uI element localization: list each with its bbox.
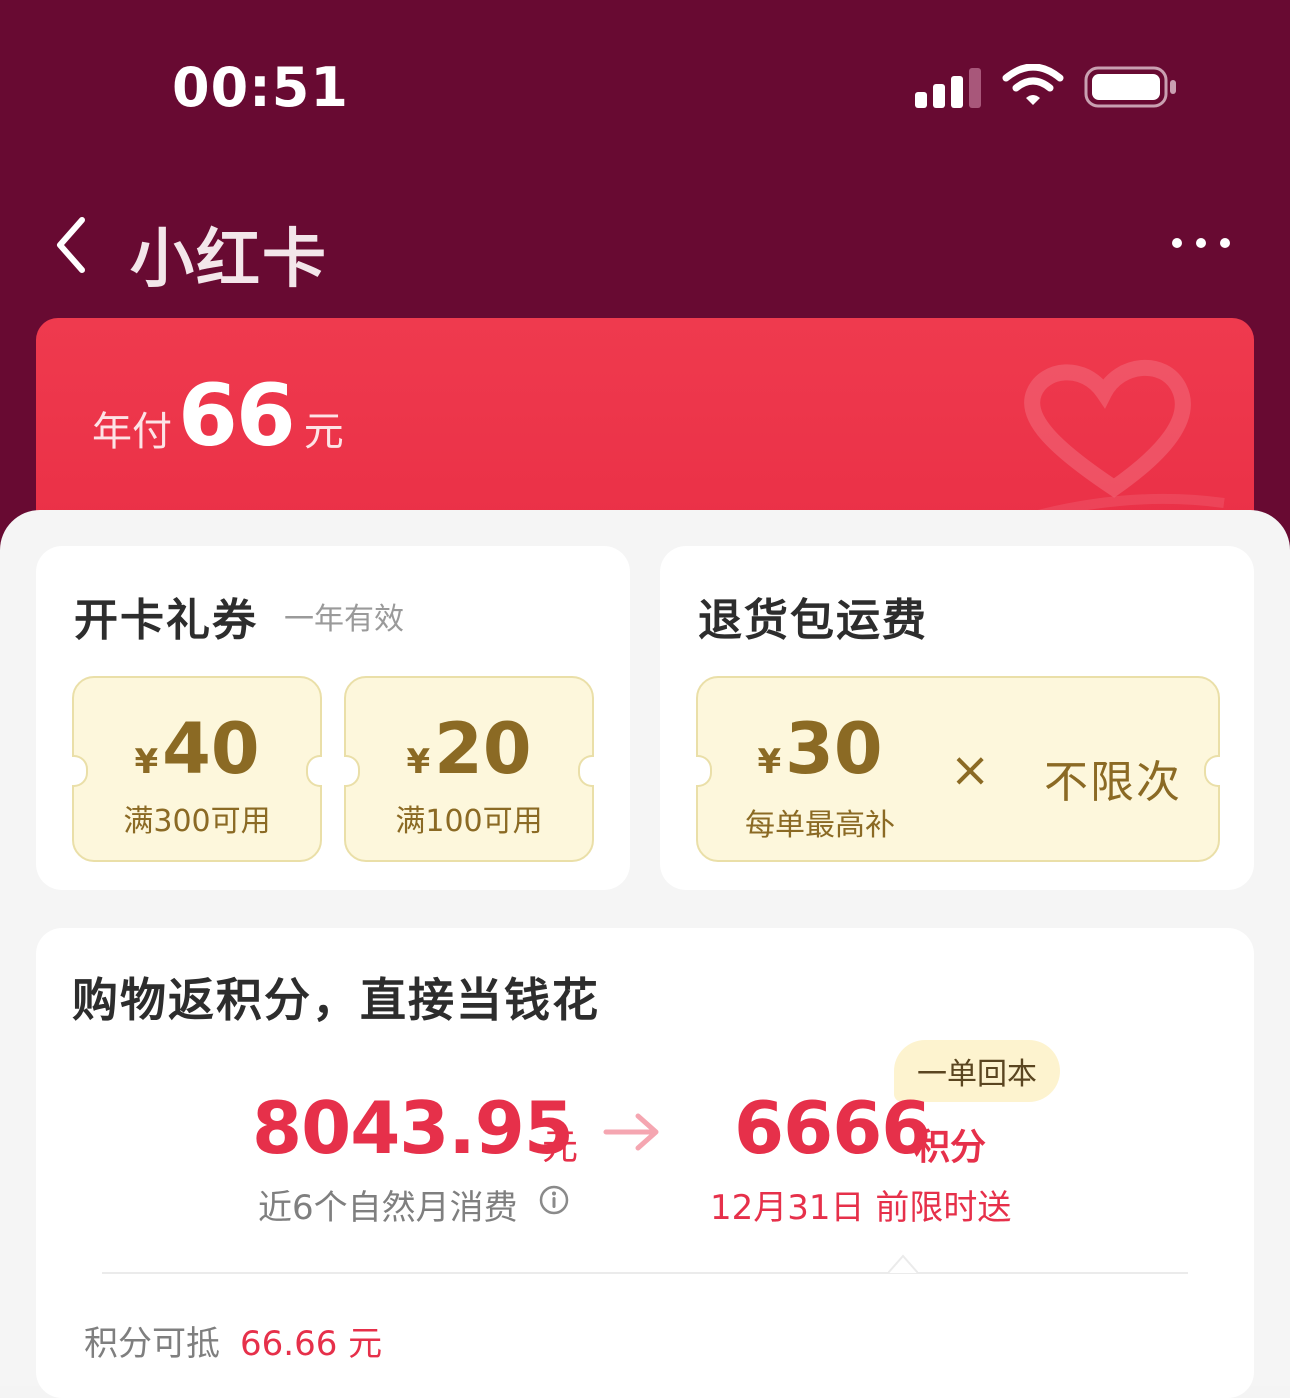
gift-coupons-title: 开卡礼券 bbox=[74, 595, 258, 646]
membership-price: 年付 66 元 bbox=[92, 366, 344, 466]
shipping-caption: 每单最高补 bbox=[745, 808, 895, 843]
points-value: 6666 bbox=[734, 1086, 931, 1170]
coupon-20[interactable]: ¥20 满100可用 bbox=[344, 676, 594, 862]
arrow-right-icon bbox=[603, 1113, 659, 1151]
price-number: 66 bbox=[178, 366, 296, 466]
coupon-condition: 满300可用 bbox=[123, 804, 271, 839]
currency-symbol: ¥ bbox=[406, 742, 431, 782]
back-icon[interactable] bbox=[50, 210, 100, 280]
signal-icon bbox=[915, 68, 981, 108]
coupon-value: 40 bbox=[162, 708, 260, 790]
shipping-value: 30 bbox=[785, 708, 883, 790]
coupon-condition: 满100可用 bbox=[395, 804, 543, 839]
points-unit: 积分 bbox=[914, 1127, 987, 1168]
heart-icon bbox=[994, 359, 1225, 533]
times-symbol: × bbox=[950, 742, 991, 798]
divider-pointer bbox=[888, 1254, 918, 1274]
currency-symbol: ¥ bbox=[134, 742, 159, 782]
points-panel: 购物返积分，直接当钱花 一单回本 8043.95 元 6666 积分 近6个自然… bbox=[36, 928, 1254, 1398]
coupon-40[interactable]: ¥40 满300可用 bbox=[72, 676, 322, 862]
coupon-value: 20 bbox=[434, 708, 532, 790]
points-title: 购物返积分，直接当钱花 bbox=[72, 973, 600, 1027]
spend-value: 8043.95 bbox=[252, 1086, 574, 1170]
page-title: 小红卡 bbox=[130, 223, 328, 297]
shipping-amount: ¥30 bbox=[698, 708, 942, 790]
currency-symbol: ¥ bbox=[757, 742, 782, 782]
deduct-label: 积分可抵 bbox=[84, 1324, 220, 1364]
price-unit: 元 bbox=[303, 409, 344, 455]
points-deadline: 12月31日 前限时送 bbox=[710, 1188, 1012, 1228]
return-shipping-panel: 退货包运费 ¥30 每单最高补 × 不限次 bbox=[660, 546, 1254, 890]
info-icon[interactable] bbox=[538, 1184, 570, 1216]
more-icon[interactable] bbox=[1172, 228, 1238, 258]
return-shipping-title: 退货包运费 bbox=[698, 595, 928, 646]
wifi-icon bbox=[1002, 64, 1064, 105]
unlimited-label: 不限次 bbox=[1044, 757, 1182, 808]
spend-label: 近6个自然月消费 bbox=[258, 1188, 518, 1228]
coupon-amount: ¥20 bbox=[346, 708, 592, 790]
gift-coupons-subtitle: 一年有效 bbox=[284, 602, 404, 637]
coupon-amount: ¥40 bbox=[74, 708, 320, 790]
return-shipping-coupon[interactable]: ¥30 每单最高补 × 不限次 bbox=[696, 676, 1220, 862]
divider bbox=[102, 1272, 1188, 1274]
deduct-value: 66.66 元 bbox=[240, 1324, 383, 1364]
price-prefix: 年付 bbox=[92, 409, 172, 455]
status-time: 00:51 bbox=[172, 56, 349, 119]
gift-coupons-panel: 开卡礼券 一年有效 ¥40 满300可用 ¥20 满100可用 bbox=[36, 546, 630, 890]
spend-unit: 元 bbox=[542, 1127, 579, 1168]
battery-icon bbox=[1084, 66, 1176, 108]
